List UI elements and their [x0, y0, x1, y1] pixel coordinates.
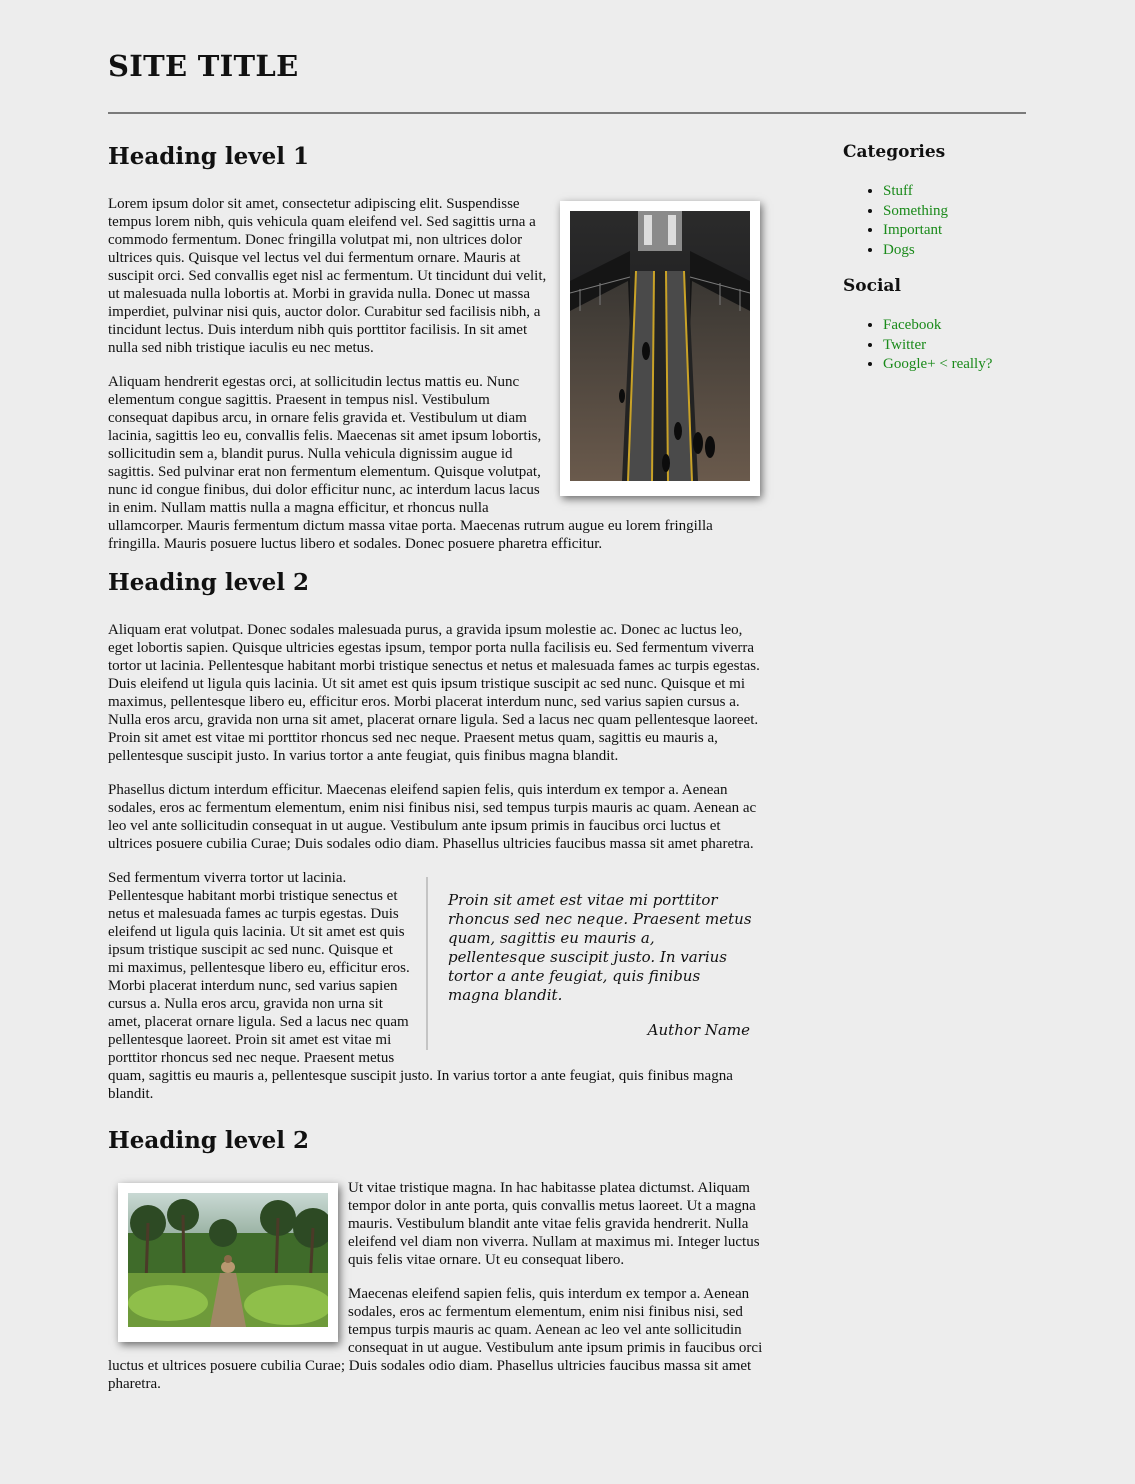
- section-heading: Heading level 1: [108, 143, 310, 170]
- escalator-image: [569, 211, 751, 482]
- forest-path-photo: [118, 1183, 338, 1342]
- site-header: SITE TITLE: [108, 44, 1026, 88]
- list-item: Important: [883, 221, 1033, 241]
- categories-list: Stuff Something Important Dogs: [843, 182, 1033, 260]
- section-1: Heading level 1 Lorem ipsum dolor sit am…: [108, 143, 766, 553]
- paragraph: Phasellus dictum interdum efficitur. Mae…: [108, 782, 757, 852]
- quote-author: Author Name: [647, 1021, 750, 1039]
- category-link-something[interactable]: Something: [883, 203, 948, 219]
- social-link-facebook[interactable]: Facebook: [883, 317, 941, 333]
- main-content: Heading level 1 Lorem ipsum dolor sit am…: [108, 135, 766, 1409]
- escalator-photo: [560, 201, 760, 496]
- list-item: Something: [883, 202, 1033, 222]
- pull-quote: Proin sit amet est vitae mi porttitor rh…: [426, 877, 766, 1050]
- sidebar: Categories Stuff Something Important Dog…: [843, 140, 1033, 389]
- header-divider: [108, 112, 1026, 114]
- category-link-important[interactable]: Important: [883, 222, 942, 238]
- social-link-twitter[interactable]: Twitter: [883, 337, 926, 353]
- site-title[interactable]: SITE TITLE: [108, 44, 1026, 88]
- paragraph: Aliquam erat volutpat. Donec sodales mal…: [108, 622, 760, 764]
- section-2: Heading level 2 Aliquam erat volutpat. D…: [108, 569, 766, 1119]
- social-list: Facebook Twitter Google+ < really?: [843, 316, 1033, 375]
- section-3: Heading level 2 Ut vitae tristique magna…: [108, 1127, 766, 1393]
- category-link-dogs[interactable]: Dogs: [883, 242, 915, 258]
- social-link-google-plus[interactable]: Google+ < really?: [883, 356, 992, 372]
- list-item: Stuff: [883, 182, 1033, 202]
- list-item: Dogs: [883, 241, 1033, 261]
- list-item: Google+ < really?: [883, 355, 1033, 375]
- category-link-stuff[interactable]: Stuff: [883, 183, 913, 199]
- quote-text: Proin sit amet est vitae mi porttitor rh…: [448, 891, 752, 1004]
- categories-heading: Categories: [843, 142, 946, 162]
- section-heading: Heading level 2: [108, 569, 310, 596]
- social-heading: Social: [843, 276, 901, 296]
- forest-image: [128, 1193, 333, 1327]
- section-heading: Heading level 2: [108, 1127, 310, 1154]
- list-item: Facebook: [883, 316, 1033, 336]
- page: SITE TITLE Heading level 1 Lorem ipsum d…: [0, 0, 1135, 1484]
- list-item: Twitter: [883, 336, 1033, 356]
